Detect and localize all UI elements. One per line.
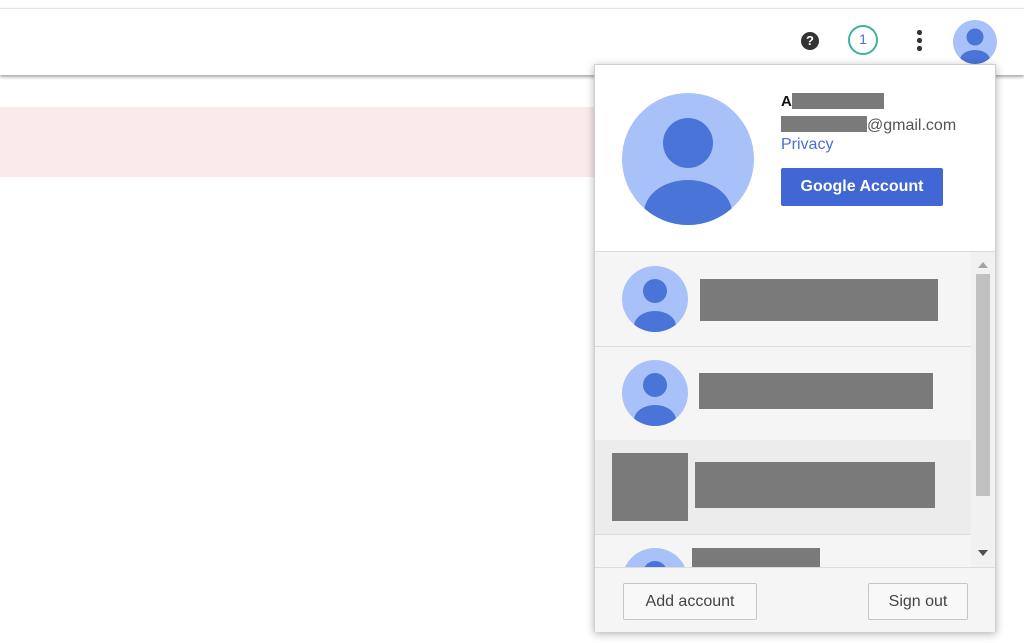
panel-footer: Add account Sign out [595, 567, 995, 632]
redacted-account-info [695, 462, 935, 508]
help-circle-icon[interactable]: ? [801, 32, 819, 50]
account-list-scrollbar[interactable] [971, 251, 995, 568]
more-vert-icon[interactable] [913, 30, 925, 52]
sign-out-button[interactable]: Sign out [868, 583, 968, 620]
account-avatar-button[interactable] [953, 20, 997, 64]
google-account-button[interactable]: Google Account [781, 168, 943, 206]
person-avatar-icon [622, 93, 754, 225]
email-suffix: @gmail.com [867, 117, 957, 134]
scroll-thumb[interactable] [976, 274, 990, 496]
redacted-account-info [700, 279, 938, 321]
redacted-name [792, 93, 884, 109]
redacted-account-info [692, 548, 820, 568]
privacy-link[interactable]: Privacy [781, 136, 833, 154]
account-name: A [781, 93, 792, 110]
account-list-item[interactable] [595, 252, 971, 347]
person-avatar-icon [624, 548, 686, 568]
current-account: A @gmail.com Privacy Google Account [595, 65, 995, 251]
account-list [595, 251, 971, 568]
more-dot [917, 30, 922, 35]
notice-banner [0, 107, 600, 177]
redacted-email [781, 116, 867, 132]
account-list-item[interactable] [595, 440, 971, 535]
notifications-badge[interactable]: 1 [848, 25, 878, 55]
scroll-down-arrow-icon[interactable] [978, 550, 988, 556]
person-avatar-icon [622, 360, 688, 426]
account-email: @gmail.com [781, 116, 956, 135]
current-account-avatar [622, 93, 754, 225]
account-list-item[interactable] [595, 346, 971, 441]
person-avatar-icon [622, 266, 688, 332]
redacted-avatar [612, 453, 688, 521]
person-avatar-icon [953, 20, 997, 64]
account-list-item[interactable] [595, 534, 971, 568]
redacted-account-info [699, 373, 933, 409]
more-dot [917, 46, 922, 51]
add-account-button[interactable]: Add account [623, 583, 757, 620]
account-switcher-panel: A @gmail.com Privacy Google Account Add … [594, 64, 996, 632]
more-dot [917, 38, 922, 43]
scroll-up-arrow-icon[interactable] [978, 262, 988, 268]
